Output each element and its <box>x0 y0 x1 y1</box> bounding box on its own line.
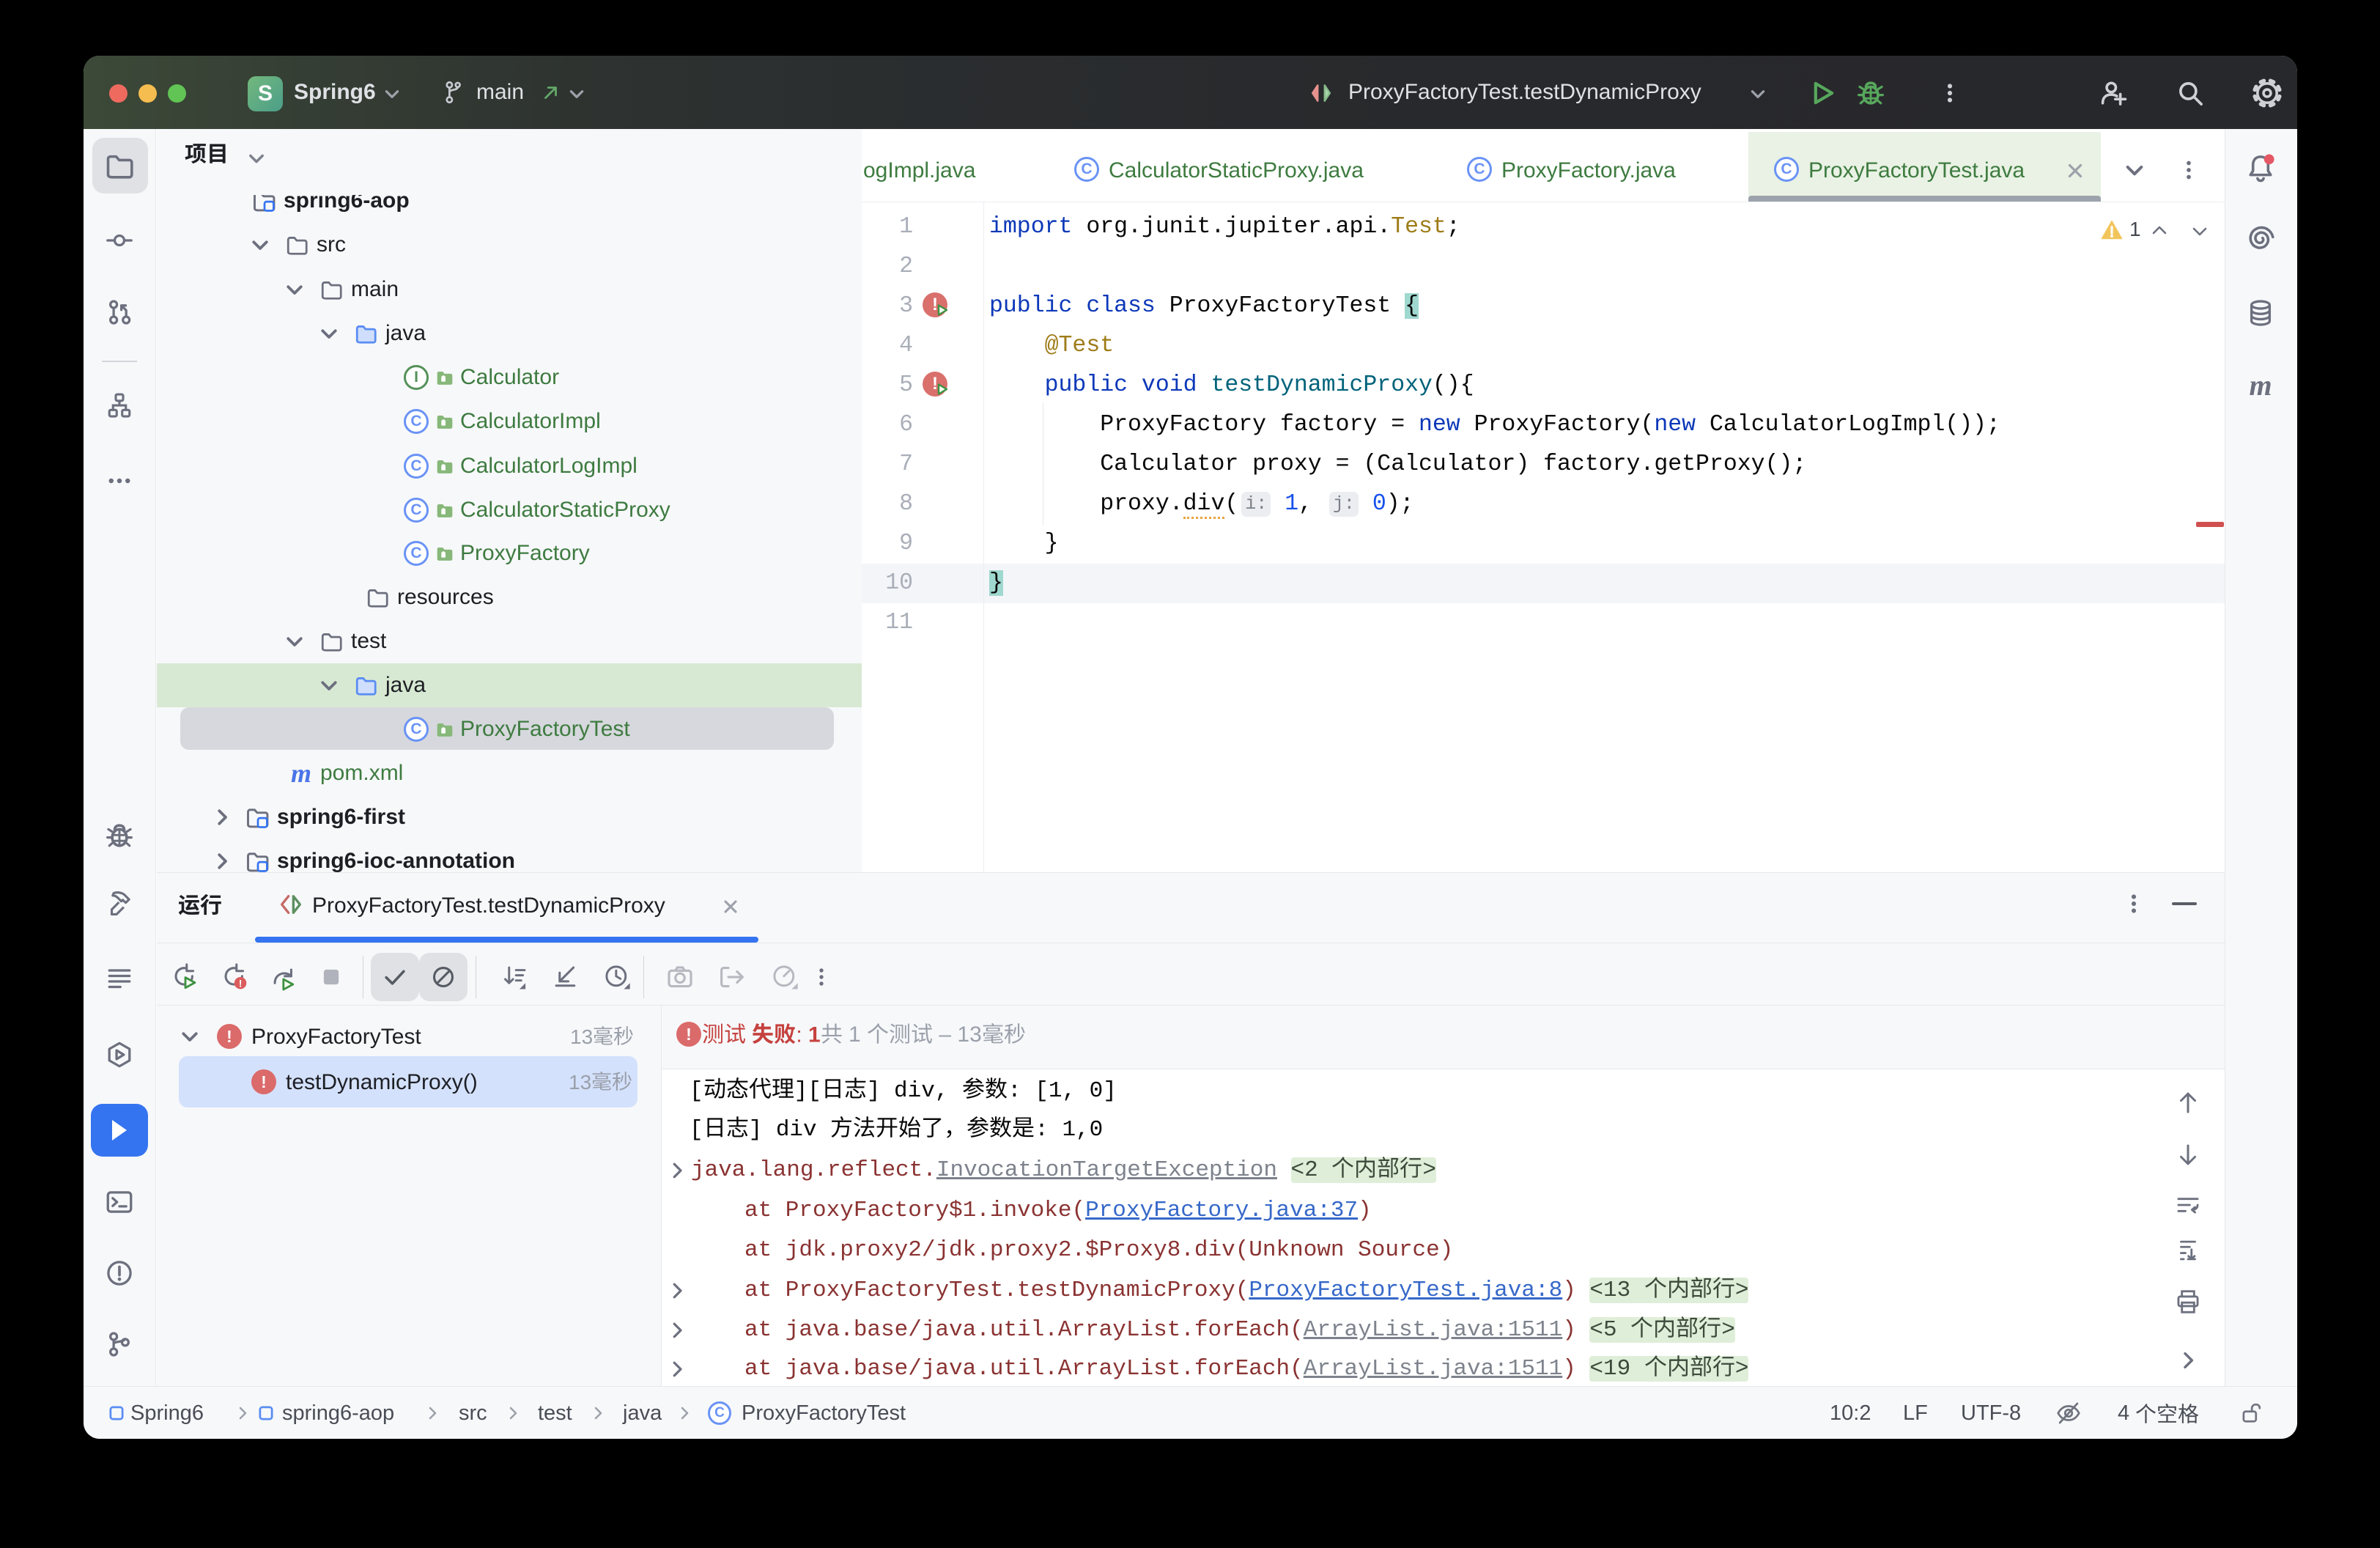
svg-text:!: ! <box>239 977 243 989</box>
